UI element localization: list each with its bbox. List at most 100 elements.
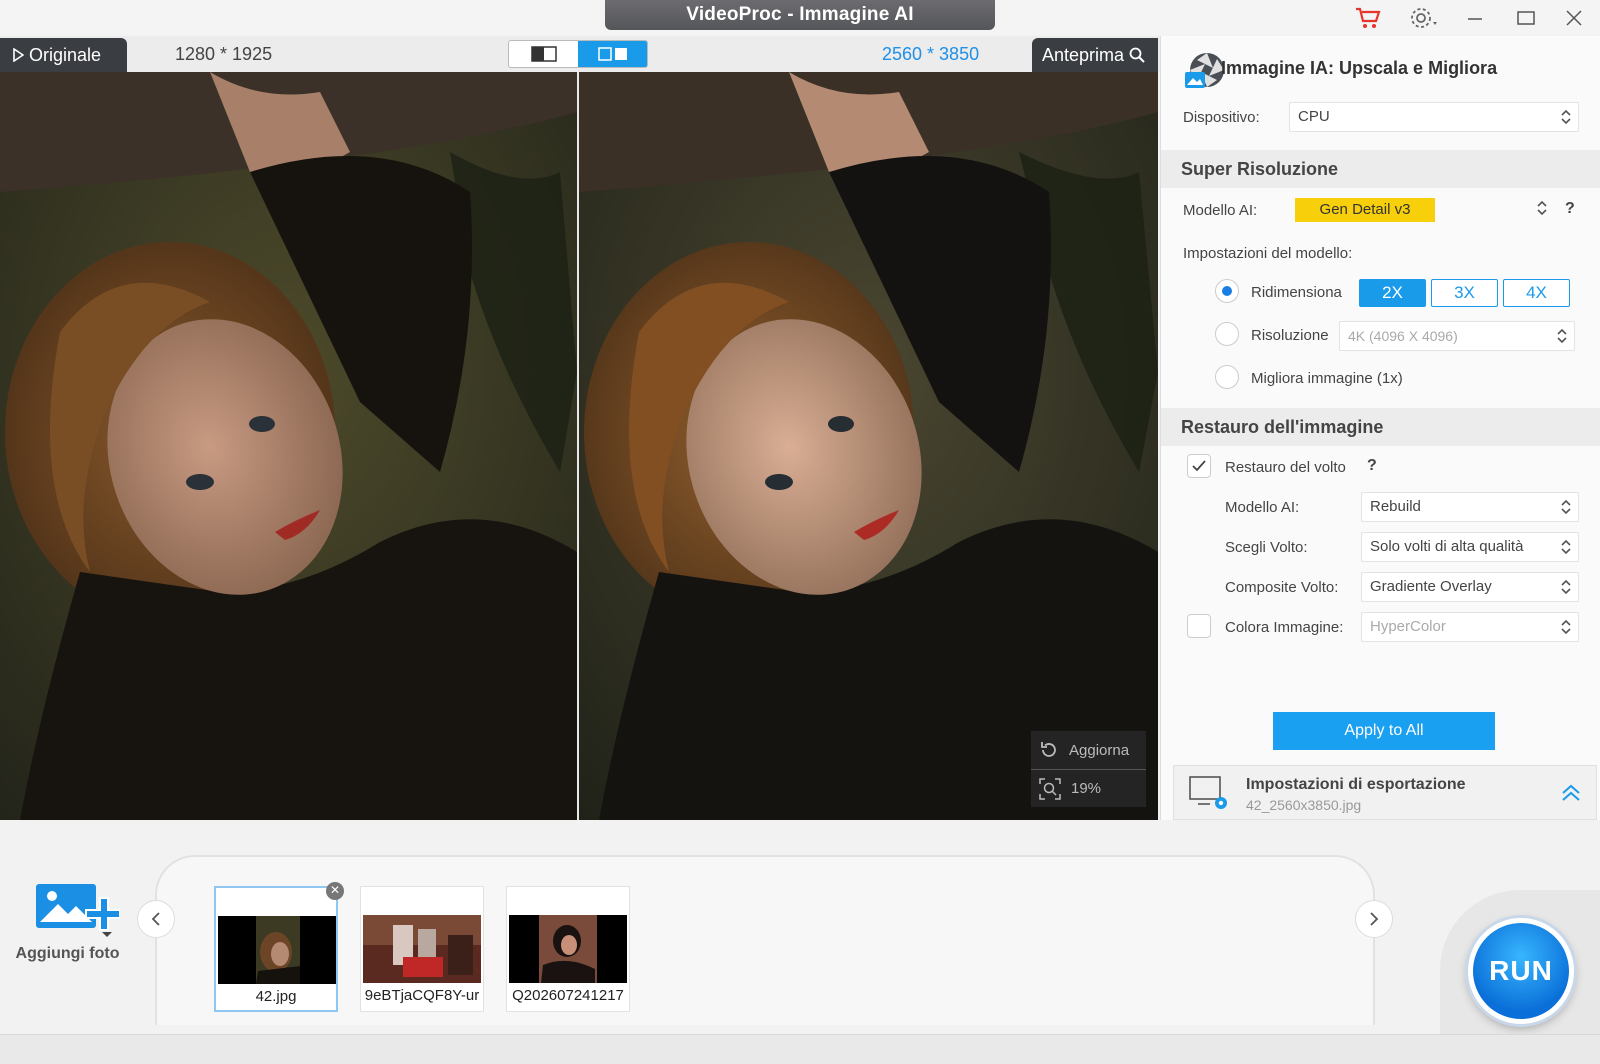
viewer-header: Originale 1280 * 1925 2560 * 3850 Antepr… [0, 36, 1160, 72]
original-image-pane[interactable] [0, 72, 577, 820]
prev-button[interactable] [137, 900, 175, 938]
colorize-select[interactable]: HyperColor [1361, 612, 1579, 642]
resolution-value: 4K (4096 X 4096) [1348, 328, 1458, 344]
colorize-value: HyperColor [1370, 618, 1446, 635]
preview-photo [579, 72, 1158, 820]
checkmark-icon [1192, 460, 1206, 472]
enhance-label: Migliora immagine (1x) [1251, 370, 1403, 387]
zoom-control[interactable]: 19% [1031, 769, 1146, 807]
remove-thumbnail-icon[interactable]: ✕ [326, 882, 344, 900]
split-view-icon [597, 47, 627, 61]
run-button[interactable]: RUN [1468, 918, 1574, 1024]
updown-chevron-icon [1561, 109, 1571, 125]
thumbnail-image [218, 916, 336, 984]
scale-2x-button[interactable]: 2X [1359, 279, 1426, 307]
thumbnail-item[interactable]: 42.jpg ✕ [214, 882, 344, 1012]
scale-4x-button[interactable]: 4X [1503, 279, 1570, 307]
resize-radio[interactable] [1215, 279, 1239, 303]
output-dimensions: 2560 * 3850 [882, 44, 980, 64]
cart-icon[interactable] [1350, 4, 1386, 32]
export-title: Impostazioni di esportazione [1246, 776, 1466, 793]
play-icon [13, 47, 25, 63]
preview-image-pane[interactable] [579, 72, 1158, 820]
updown-chevron-icon [1561, 539, 1571, 555]
resize-label: Ridimensiona [1251, 284, 1342, 301]
device-value: CPU [1298, 108, 1330, 125]
sr-model-value: Gen Detail v3 [1295, 198, 1435, 222]
search-icon [1129, 47, 1145, 63]
panel-title: Immagine IA: Upscala e Migliora [1221, 58, 1498, 78]
zoom-label: 19% [1071, 780, 1102, 797]
sr-model-label: Modello AI: [1183, 202, 1258, 219]
refresh-label: Aggiorna [1069, 741, 1130, 759]
resolution-select[interactable]: 4K (4096 X 4096) [1339, 321, 1575, 351]
tab-preview-label: Anteprima [1042, 45, 1125, 65]
thumbnail-name: 42.jpg [255, 988, 297, 1005]
gear-icon[interactable] [1406, 4, 1442, 32]
refresh-button[interactable]: Aggiorna [1031, 731, 1146, 769]
sr-help-icon[interactable]: ? [1565, 200, 1575, 218]
view-mode-toggle[interactable] [508, 40, 648, 68]
export-settings-bar[interactable]: Impostazioni di esportazione 42_2560x385… [1173, 765, 1597, 820]
thumbnail-image [509, 915, 627, 983]
chevron-left-icon [151, 912, 160, 926]
thumbnail-name: 9eBTjaCQF8Y-ur [364, 987, 480, 1004]
chevron-right-icon [1370, 912, 1379, 926]
add-image-icon [36, 884, 120, 937]
tab-preview[interactable]: Anteprima [1032, 38, 1158, 72]
choose-face-select[interactable]: Solo volti di alta qualità [1361, 532, 1579, 562]
composite-label: Composite Volto: [1225, 579, 1339, 596]
colorize-label: Colora Immagine: [1225, 619, 1344, 636]
thumbnail-item[interactable]: 9eBTjaCQF8Y-ur [360, 886, 484, 1012]
window-title: VideoProc - Immagine AI [605, 0, 995, 30]
face-model-label: Modello AI: [1225, 499, 1300, 516]
zoom-icon [1039, 777, 1061, 800]
composite-value: Gradiente Overlay [1370, 578, 1492, 595]
thumbnail-name: Q202607241217 [512, 987, 624, 1004]
thumbnail-strip [155, 855, 1375, 1025]
double-chevron-up-icon[interactable] [1560, 782, 1582, 804]
updown-chevron-icon [1537, 200, 1547, 216]
face-help-icon[interactable]: ? [1367, 457, 1377, 475]
device-label: Dispositivo: [1183, 109, 1260, 126]
resolution-label: Risoluzione [1251, 327, 1329, 344]
refresh-icon [1041, 742, 1056, 757]
updown-chevron-icon [1557, 328, 1567, 344]
preview-overlay: Aggiorna 19% [1031, 731, 1146, 807]
model-settings-label: Impostazioni del modello: [1183, 245, 1353, 262]
face-model-value: Rebuild [1370, 498, 1421, 515]
updown-chevron-icon [1561, 579, 1571, 595]
scale-3x-button[interactable]: 3X [1431, 279, 1498, 307]
face-model-select[interactable]: Rebuild [1361, 492, 1579, 522]
original-dimensions: 1280 * 1925 [175, 44, 273, 64]
tab-original-label: Originale [29, 45, 102, 65]
split-view-button[interactable] [578, 41, 647, 67]
enhance-radio[interactable] [1215, 365, 1239, 389]
device-select[interactable]: CPU [1289, 102, 1579, 132]
super-res-heading: Super Risoluzione [1161, 150, 1600, 188]
updown-chevron-icon [1561, 619, 1571, 635]
restore-heading: Restauro dell'immagine [1161, 408, 1600, 446]
status-bar [0, 1034, 1600, 1064]
title-bar: VideoProc - Immagine AI [0, 0, 1600, 34]
face-restore-label: Restauro del volto [1225, 459, 1346, 476]
settings-panel: Immagine IA: Upscala e Migliora Disposit… [1160, 36, 1600, 820]
add-photo-label: Aggiungi foto [15, 945, 120, 962]
minimize-icon[interactable] [1457, 4, 1493, 32]
next-button[interactable] [1355, 900, 1393, 938]
choose-face-label: Scegli Volto: [1225, 539, 1308, 556]
single-view-button[interactable] [509, 41, 578, 67]
close-icon[interactable] [1556, 4, 1592, 32]
composite-select[interactable]: Gradiente Overlay [1361, 572, 1579, 602]
colorize-checkbox[interactable] [1187, 614, 1211, 638]
maximize-icon[interactable] [1508, 4, 1544, 32]
choose-face-value: Solo volti di alta qualità [1370, 538, 1524, 555]
single-view-icon [530, 46, 557, 62]
tab-original[interactable]: Originale [0, 38, 127, 72]
face-restore-checkbox[interactable] [1187, 454, 1211, 478]
resolution-radio[interactable] [1215, 322, 1239, 346]
original-photo [0, 72, 577, 820]
thumbnail-item[interactable]: Q202607241217 [506, 886, 630, 1012]
apply-to-all-button[interactable]: Apply to All [1273, 712, 1495, 750]
export-settings-icon [1189, 776, 1227, 809]
